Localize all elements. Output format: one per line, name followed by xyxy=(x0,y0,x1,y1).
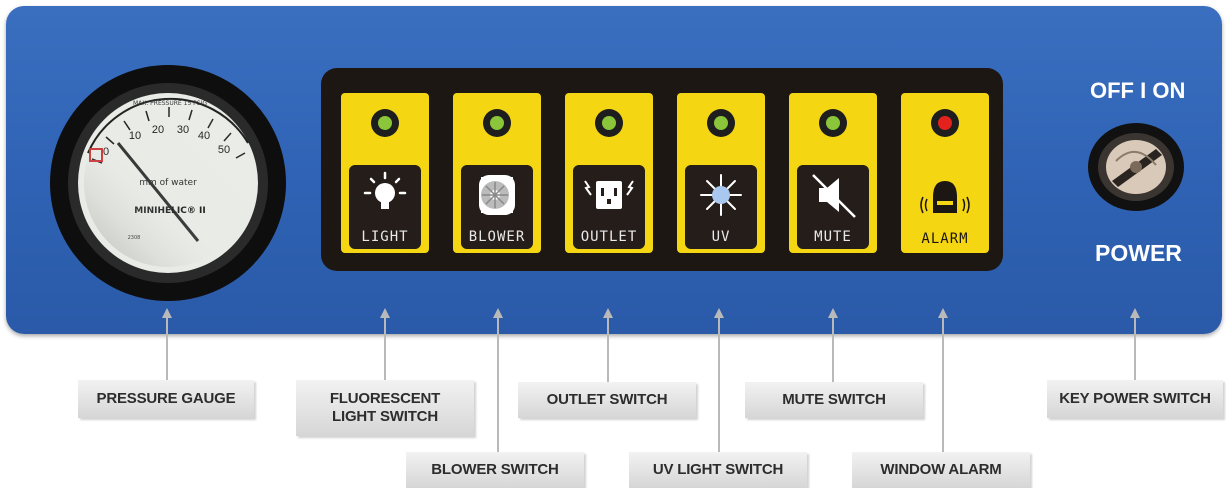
light-label: LIGHT xyxy=(361,229,409,245)
callout-arrow xyxy=(714,308,724,452)
mute-switch[interactable]: MUTE xyxy=(789,93,877,253)
mute-button[interactable]: MUTE xyxy=(797,165,869,249)
bulb-icon xyxy=(363,171,407,209)
alarm-button[interactable]: ALARM xyxy=(909,165,981,249)
blower-switch[interactable]: BLOWER xyxy=(453,93,541,253)
callout-pressure-gauge: PRESSURE GAUGE xyxy=(78,380,254,418)
callout-arrow xyxy=(938,308,948,452)
callout-arrow xyxy=(493,308,503,452)
key-power-switch[interactable] xyxy=(1086,121,1186,213)
outlet-switch[interactable]: OUTLET xyxy=(565,93,653,253)
callout-arrow xyxy=(828,308,838,382)
pressure-gauge: MAX. PRESSURE 15 PSIG 0 10 20 30 40 50 m… xyxy=(48,63,288,303)
outlet-icon xyxy=(584,180,634,209)
switch-strip: LIGHT BLOWER OUTLET UV MUTE ALARM xyxy=(321,68,1003,271)
callout-key-power-switch: KEY POWER SWITCH xyxy=(1047,380,1223,418)
outlet-button[interactable]: OUTLET xyxy=(573,165,645,249)
mute-label: MUTE xyxy=(814,229,852,245)
callout-arrow xyxy=(380,308,390,380)
mute-indicator-led xyxy=(819,109,847,137)
alarm-label: ALARM xyxy=(921,231,969,247)
power-label: POWER xyxy=(1095,240,1182,266)
uv-sun-icon xyxy=(700,174,742,216)
alarm-bell-icon xyxy=(920,181,970,214)
alarm-switch[interactable]: ALARM xyxy=(901,93,989,253)
uv-indicator-led xyxy=(707,109,735,137)
blower-label: BLOWER xyxy=(468,229,526,245)
light-indicator-led xyxy=(371,109,399,137)
callout-arrow xyxy=(1130,308,1140,380)
outlet-indicator-led xyxy=(595,109,623,137)
callout-outlet-switch: OUTLET SWITCH xyxy=(518,382,696,418)
callout-fluorescent-line1: FLUORESCENT xyxy=(329,390,441,407)
callout-blower-switch: BLOWER SWITCH xyxy=(406,452,584,488)
callout-fluorescent-light-switch: FLUORESCENT LIGHT SWITCH xyxy=(296,380,474,436)
callout-arrow xyxy=(603,308,613,382)
speaker-muted-icon xyxy=(812,174,856,218)
callout-uv-light-switch: UV LIGHT SWITCH xyxy=(629,452,807,488)
callout-mute-switch: MUTE SWITCH xyxy=(745,382,923,418)
off-on-label: OFF I ON xyxy=(1090,78,1186,103)
callout-window-alarm: WINDOW ALARM xyxy=(852,452,1030,488)
uv-switch[interactable]: UV xyxy=(677,93,765,253)
light-button[interactable]: LIGHT xyxy=(349,165,421,249)
blower-button[interactable]: BLOWER xyxy=(461,165,533,249)
callout-arrow xyxy=(162,308,172,380)
key-icon xyxy=(1088,123,1184,211)
blower-indicator-led xyxy=(483,109,511,137)
light-switch[interactable]: LIGHT xyxy=(341,93,429,253)
blower-fan-icon xyxy=(479,175,515,215)
outlet-label: OUTLET xyxy=(580,229,638,245)
callout-fluorescent-line2: LIGHT SWITCH xyxy=(332,408,438,425)
uv-button[interactable]: UV xyxy=(685,165,757,249)
uv-label: UV xyxy=(711,229,731,245)
alarm-indicator-led xyxy=(931,109,959,137)
